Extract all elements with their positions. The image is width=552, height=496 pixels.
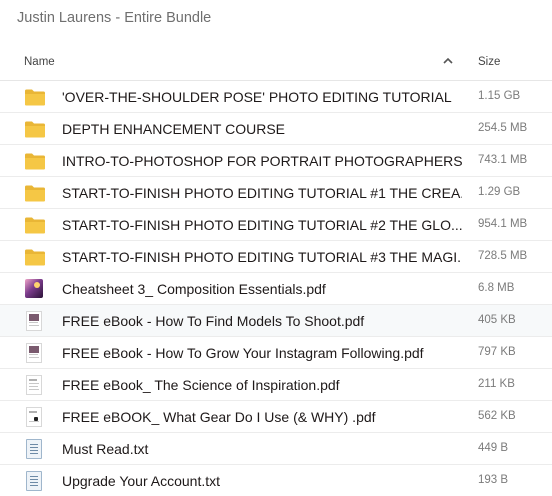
file-name[interactable]: Cheatsheet 3_ Composition Essentials.pdf <box>62 281 462 297</box>
list-item[interactable]: Must Read.txt 449 B <box>0 433 552 465</box>
file-name[interactable]: INTRO-TO-PHOTOSHOP FOR PORTRAIT PHOTOGRA… <box>62 153 462 169</box>
file-name[interactable]: FREE eBook_ The Science of Inspiration.p… <box>62 377 462 393</box>
file-size: 449 B <box>478 442 509 454</box>
folder-icon <box>25 153 45 170</box>
file-name[interactable]: START-TO-FINISH PHOTO EDITING TUTORIAL #… <box>62 249 462 265</box>
list-item[interactable]: START-TO-FINISH PHOTO EDITING TUTORIAL #… <box>0 241 552 273</box>
pdf-thumbnail-icon <box>26 311 42 331</box>
image-thumbnail-icon <box>25 279 43 298</box>
file-name[interactable]: 'OVER-THE-SHOULDER POSE' PHOTO EDITING T… <box>62 89 462 105</box>
list-item[interactable]: Cheatsheet 3_ Composition Essentials.pdf… <box>0 273 552 305</box>
list-item[interactable]: DEPTH ENHANCEMENT COURSE 254.5 MB <box>0 113 552 145</box>
chevron-up-icon[interactable] <box>442 55 454 67</box>
file-list-header: Name Size <box>0 40 552 81</box>
pdf-thumbnail-icon <box>26 375 42 395</box>
list-item[interactable]: 'OVER-THE-SHOULDER POSE' PHOTO EDITING T… <box>0 81 552 113</box>
folder-icon <box>25 121 45 138</box>
file-name[interactable]: START-TO-FINISH PHOTO EDITING TUTORIAL #… <box>62 185 462 201</box>
file-size: 1.29 GB <box>478 186 521 198</box>
pdf-thumbnail-icon <box>26 407 42 427</box>
folder-icon <box>25 217 45 234</box>
file-size: 562 KB <box>478 410 516 422</box>
folder-icon <box>25 89 45 106</box>
text-file-icon <box>26 439 42 459</box>
file-size: 193 B <box>478 474 509 486</box>
column-header-size[interactable]: Size <box>478 56 500 68</box>
file-size: 254.5 MB <box>478 122 528 134</box>
file-name[interactable]: FREE eBook - How To Grow Your Instagram … <box>62 345 462 361</box>
file-name[interactable]: Must Read.txt <box>62 441 462 457</box>
list-item[interactable]: FREE eBOOK_ What Gear Do I Use (& WHY) .… <box>0 401 552 433</box>
file-name[interactable]: START-TO-FINISH PHOTO EDITING TUTORIAL #… <box>62 217 462 233</box>
folder-icon <box>25 185 45 202</box>
text-file-icon <box>26 471 42 491</box>
folder-icon <box>25 249 45 266</box>
file-size: 728.5 MB <box>478 250 528 262</box>
list-item[interactable]: FREE eBook - How To Grow Your Instagram … <box>0 337 552 369</box>
file-size: 211 KB <box>478 378 515 390</box>
list-item[interactable]: START-TO-FINISH PHOTO EDITING TUTORIAL #… <box>0 177 552 209</box>
file-name[interactable]: FREE eBOOK_ What Gear Do I Use (& WHY) .… <box>62 409 462 425</box>
pdf-thumbnail-icon <box>26 343 42 363</box>
file-size: 954.1 MB <box>478 218 528 230</box>
list-item[interactable]: INTRO-TO-PHOTOSHOP FOR PORTRAIT PHOTOGRA… <box>0 145 552 177</box>
file-list: 'OVER-THE-SHOULDER POSE' PHOTO EDITING T… <box>0 81 552 496</box>
file-name[interactable]: DEPTH ENHANCEMENT COURSE <box>62 121 462 137</box>
list-item[interactable]: Upgrade Your Account.txt 193 B <box>0 465 552 496</box>
file-size: 743.1 MB <box>478 154 528 166</box>
file-name[interactable]: FREE eBook - How To Find Models To Shoot… <box>62 313 462 329</box>
window-title: Justin Laurens - Entire Bundle <box>17 10 212 26</box>
list-item[interactable]: START-TO-FINISH PHOTO EDITING TUTORIAL #… <box>0 209 552 241</box>
file-size: 1.15 GB <box>478 90 521 102</box>
file-size: 405 KB <box>478 314 516 326</box>
file-size: 797 KB <box>478 346 516 358</box>
list-item[interactable]: FREE eBook_ The Science of Inspiration.p… <box>0 369 552 401</box>
list-item[interactable]: FREE eBook - How To Find Models To Shoot… <box>0 305 552 337</box>
file-name[interactable]: Upgrade Your Account.txt <box>62 473 462 489</box>
file-size: 6.8 MB <box>478 282 515 294</box>
column-header-name[interactable]: Name <box>24 56 55 68</box>
